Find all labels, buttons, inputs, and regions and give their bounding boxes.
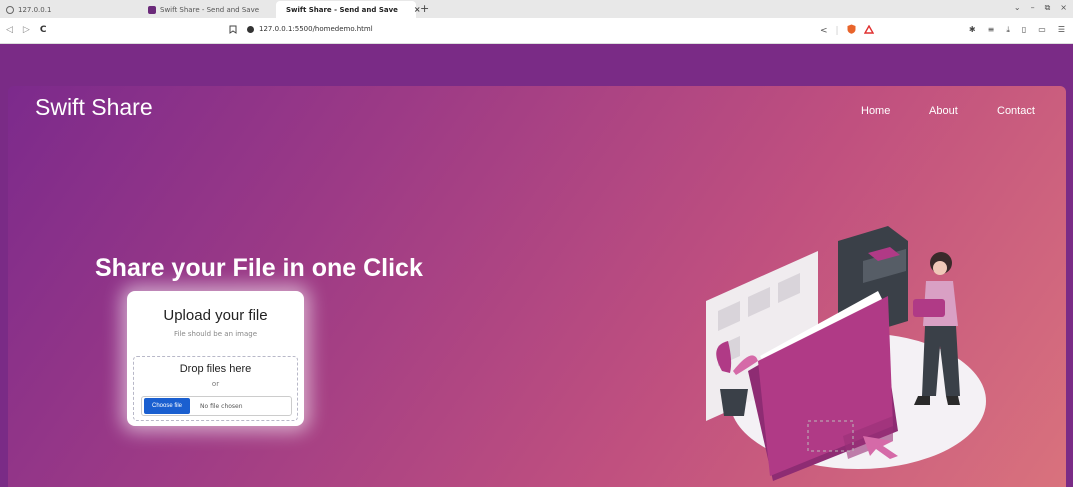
- browser-tab-bar: 127.0.0.1 Swift Share - Send and Save Sw…: [0, 0, 1073, 18]
- brave-rewards-icon[interactable]: [863, 24, 874, 37]
- back-icon[interactable]: ◁: [6, 25, 13, 35]
- sidebar-icon[interactable]: ▯: [1022, 25, 1026, 35]
- address-bar: ◁ ▷ C 127.0.0.1:5500/homedemo.html < | ✱…: [0, 18, 1073, 44]
- minimize-icon[interactable]: –: [1031, 3, 1035, 13]
- tab-label: Swift Share - Send and Save: [286, 5, 398, 14]
- nav-contact-link[interactable]: Contact: [997, 105, 1057, 117]
- nav-buttons: ◁ ▷ C: [6, 25, 46, 35]
- upload-title: Upload your file: [163, 307, 268, 324]
- page-viewport: Swift Share Home About Contact Share you…: [0, 44, 1073, 487]
- site-info-icon[interactable]: [247, 25, 254, 33]
- hero-headline: Share your File in one Click: [95, 254, 423, 282]
- drop-title: Drop files here: [179, 363, 252, 375]
- file-input[interactable]: Choose file No file chosen: [141, 396, 292, 416]
- file-dropzone[interactable]: Drop files here or Choose file No file c…: [133, 356, 298, 421]
- window-controls: ⌄ – ⧉ ×: [1014, 3, 1067, 13]
- close-window-icon[interactable]: ×: [1060, 3, 1067, 13]
- url-text[interactable]: 127.0.0.1:5500/homedemo.html: [259, 25, 373, 33]
- tab-label: Swift Share - Send and Save: [160, 5, 260, 14]
- nav-about-link[interactable]: About: [929, 105, 989, 117]
- tab-swift-share-active[interactable]: Swift Share - Send and Save ×: [276, 1, 421, 18]
- address-bar-actions: < |: [820, 24, 874, 37]
- nav-home-link[interactable]: Home: [861, 105, 921, 117]
- bookmark-icon[interactable]: [229, 25, 237, 37]
- tab-label: 127.0.0.1: [18, 5, 52, 14]
- wallet-icon[interactable]: ▭: [1038, 25, 1046, 35]
- tab-list-icon[interactable]: ⌄: [1014, 3, 1021, 13]
- hero-section: Swift Share Home About Contact Share you…: [8, 86, 1066, 487]
- menu-icon[interactable]: ☰: [1058, 25, 1065, 35]
- url-field[interactable]: 127.0.0.1:5500/homedemo.html: [247, 25, 373, 33]
- file-status: No file chosen: [200, 402, 243, 410]
- share-icon[interactable]: <: [820, 26, 828, 36]
- brave-shield-icon[interactable]: [847, 24, 856, 37]
- upload-subtitle: File should be an image: [173, 330, 258, 338]
- reload-icon[interactable]: C: [40, 25, 47, 35]
- brand-logo[interactable]: Swift Share: [35, 94, 153, 121]
- extension-icons: ✱ ≡ ⤓ ▯ ▭ ☰: [969, 25, 1065, 35]
- download-icon[interactable]: ⤓: [1006, 25, 1010, 35]
- forward-icon[interactable]: ▷: [23, 25, 30, 35]
- tab-localhost[interactable]: 127.0.0.1: [0, 1, 140, 18]
- maximize-icon[interactable]: ⧉: [1045, 3, 1051, 13]
- drop-or-text: or: [211, 380, 220, 388]
- reading-list-icon[interactable]: ≡: [988, 25, 995, 35]
- extensions-icon[interactable]: ✱: [969, 25, 976, 35]
- file-sharing-illustration: [706, 226, 986, 481]
- choose-file-button[interactable]: Choose file: [144, 398, 191, 414]
- app-favicon-icon: [148, 5, 156, 14]
- new-tab-button[interactable]: +: [420, 2, 429, 15]
- tab-swift-share[interactable]: Swift Share - Send and Save: [142, 1, 274, 18]
- divider: |: [835, 25, 839, 36]
- upload-card: Upload your file File should be an image…: [127, 291, 304, 426]
- globe-icon: [6, 5, 14, 14]
